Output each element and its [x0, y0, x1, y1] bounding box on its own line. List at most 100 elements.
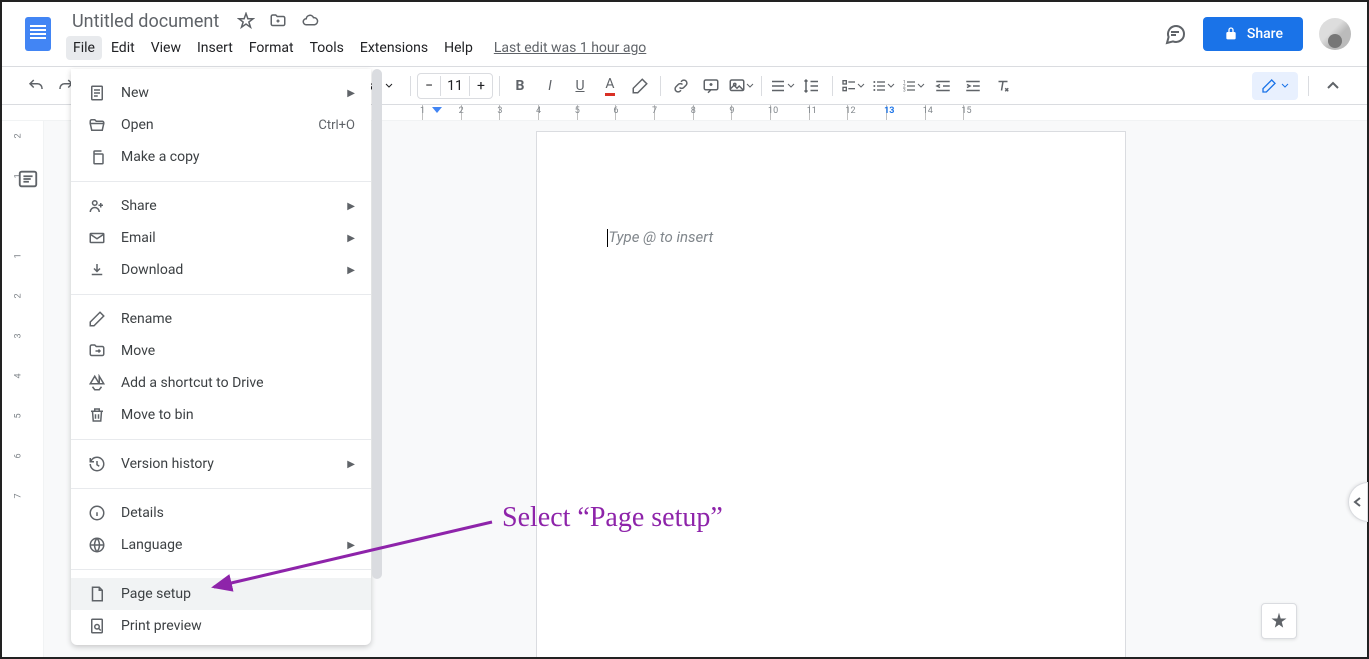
- chevron-down-icon: [385, 82, 393, 90]
- menu-item-label: Move: [121, 343, 355, 359]
- menu-extensions[interactable]: Extensions: [353, 36, 435, 60]
- menu-item-label: Version history: [121, 456, 333, 472]
- menu-item-label: Print preview: [121, 618, 355, 634]
- rename-icon: [87, 309, 107, 329]
- underline-button[interactable]: U: [566, 72, 594, 100]
- header: Untitled document File Edit View Insert …: [2, 2, 1367, 66]
- file-menu-print-preview[interactable]: Print preview: [71, 610, 371, 642]
- document-page[interactable]: Type @ to insert: [536, 131, 1126, 657]
- account-avatar[interactable]: [1319, 18, 1351, 50]
- file-menu-open[interactable]: Open Ctrl+O: [71, 109, 371, 141]
- email-icon: [87, 228, 107, 248]
- menu-item-label: Details: [121, 505, 355, 521]
- file-menu-add-a-shortcut-to-drive[interactable]: Add a shortcut to Drive: [71, 367, 371, 399]
- menu-item-label: Move to bin: [121, 407, 355, 423]
- menu-tools[interactable]: Tools: [303, 36, 351, 60]
- menu-insert[interactable]: Insert: [190, 36, 240, 60]
- file-menu-version-history[interactable]: Version history▶: [71, 448, 371, 480]
- menu-separator: [71, 439, 371, 440]
- last-edit-link[interactable]: Last edit was 1 hour ago: [494, 40, 646, 56]
- drive-shortcut-icon: [87, 373, 107, 393]
- menu-file[interactable]: File: [66, 36, 102, 60]
- menu-view[interactable]: View: [144, 36, 188, 60]
- menu-item-label: Language: [121, 537, 333, 553]
- font-size-decrease[interactable]: −: [418, 74, 440, 98]
- decrease-indent-button[interactable]: [929, 72, 957, 100]
- file-menu-dropdown: New ▶ Open Ctrl+O Make a copy Share▶ Email ▶ Dow…: [71, 69, 371, 645]
- menu-item-label: Email: [121, 230, 333, 246]
- menu-separator: [71, 181, 371, 182]
- menu-item-label: Page setup: [121, 586, 355, 602]
- font-size-value[interactable]: 11: [440, 76, 470, 96]
- editing-mode-button[interactable]: [1252, 72, 1298, 100]
- star-icon[interactable]: [237, 12, 255, 30]
- menu-edit[interactable]: Edit: [104, 36, 142, 60]
- history-icon: [87, 454, 107, 474]
- checklist-button[interactable]: [839, 72, 867, 100]
- highlight-button[interactable]: [626, 72, 654, 100]
- line-spacing-button[interactable]: [798, 72, 826, 100]
- bold-button[interactable]: B: [506, 72, 534, 100]
- menu-item-label: New: [121, 85, 333, 101]
- pencil-icon: [1261, 78, 1277, 94]
- document-title[interactable]: Untitled document: [66, 9, 225, 34]
- file-menu-email[interactable]: Email ▶: [71, 222, 371, 254]
- file-menu-new[interactable]: New ▶: [71, 77, 371, 109]
- submenu-arrow-icon: ▶: [347, 233, 355, 244]
- bulleted-list-button[interactable]: [869, 72, 897, 100]
- globe-icon: [87, 535, 107, 555]
- svg-text:3: 3: [903, 87, 906, 93]
- title-area: Untitled document File Edit View Insert …: [66, 9, 1163, 60]
- hide-menus-button[interactable]: [1319, 72, 1347, 100]
- file-menu-move-to-bin[interactable]: Move to bin: [71, 399, 371, 431]
- indent-marker-icon[interactable]: [432, 107, 442, 113]
- folder-open-icon: [87, 115, 107, 135]
- insert-image-button[interactable]: [727, 72, 755, 100]
- menu-item-label: Share: [121, 198, 333, 214]
- font-size-increase[interactable]: +: [470, 74, 492, 98]
- clear-formatting-button[interactable]: [989, 72, 1017, 100]
- dropdown-scrollbar[interactable]: [371, 69, 383, 645]
- file-menu-language[interactable]: Language▶: [71, 529, 371, 561]
- file-menu-share[interactable]: Share▶: [71, 190, 371, 222]
- file-menu-page-setup[interactable]: Page setup: [71, 578, 371, 610]
- file-menu-details[interactable]: Details: [71, 497, 371, 529]
- menu-item-label: Open: [121, 117, 304, 133]
- menu-separator: [71, 569, 371, 570]
- explore-button[interactable]: [1261, 603, 1297, 639]
- menu-shortcut: Ctrl+O: [318, 118, 355, 133]
- print-preview-icon: [87, 616, 107, 636]
- text-color-button[interactable]: A: [596, 72, 624, 100]
- menu-format[interactable]: Format: [242, 36, 301, 60]
- chevron-down-icon: [746, 82, 754, 90]
- undo-button[interactable]: [22, 72, 50, 100]
- insert-link-button[interactable]: [667, 72, 695, 100]
- file-menu-make-a-copy[interactable]: Make a copy: [71, 141, 371, 173]
- share-button[interactable]: Share: [1203, 17, 1303, 51]
- cloud-status-icon[interactable]: [301, 12, 319, 30]
- docs-icon: [25, 17, 51, 51]
- file-menu-rename[interactable]: Rename: [71, 303, 371, 335]
- comment-history-icon[interactable]: [1163, 22, 1187, 46]
- italic-button[interactable]: I: [536, 72, 564, 100]
- person-add-icon: [87, 196, 107, 216]
- doc-icon: [87, 83, 107, 103]
- menu-separator: [71, 294, 371, 295]
- numbered-list-button[interactable]: 123: [899, 72, 927, 100]
- vertical-ruler[interactable]: 2 1 1 2 3 4 5 6 7: [2, 121, 44, 657]
- explore-icon: [1269, 611, 1289, 631]
- file-menu-move[interactable]: Move: [71, 335, 371, 367]
- submenu-arrow-icon: ▶: [347, 88, 355, 99]
- show-outline-button[interactable]: [10, 161, 46, 197]
- increase-indent-button[interactable]: [959, 72, 987, 100]
- add-comment-button[interactable]: [697, 72, 725, 100]
- move-to-folder-icon[interactable]: [269, 12, 287, 30]
- share-label: Share: [1247, 26, 1283, 42]
- download-icon: [87, 260, 107, 280]
- file-menu-download[interactable]: Download▶: [71, 254, 371, 286]
- docs-logo[interactable]: [18, 14, 58, 54]
- menu-help[interactable]: Help: [437, 36, 480, 60]
- lock-icon: [1223, 26, 1239, 42]
- align-button[interactable]: [768, 72, 796, 100]
- menubar: File Edit View Insert Format Tools Exten…: [66, 36, 1163, 60]
